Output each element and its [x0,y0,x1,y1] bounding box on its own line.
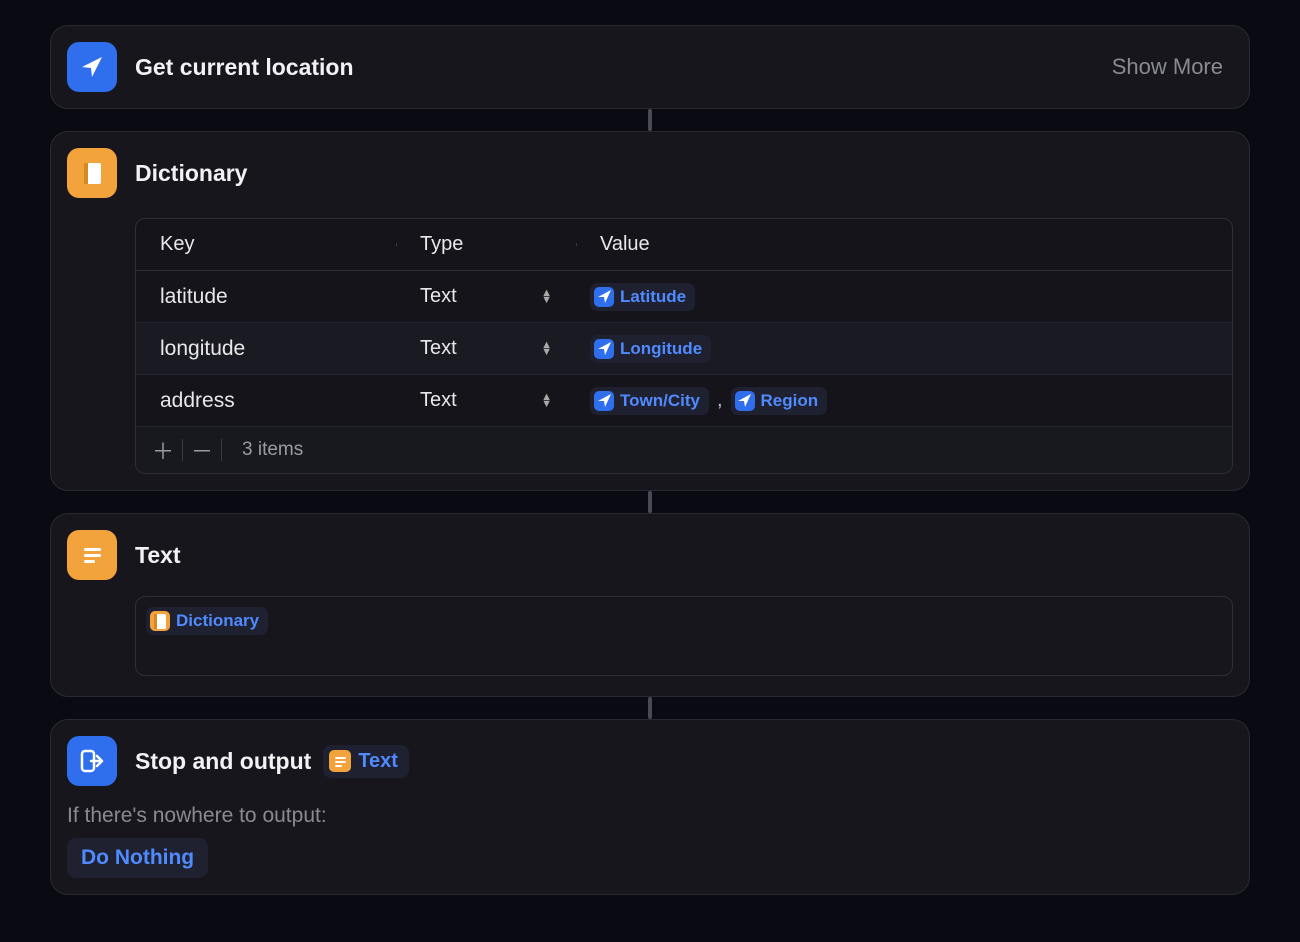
variable-token-longitude[interactable]: Longitude [590,335,711,363]
location-icon [67,42,117,92]
connector [648,697,652,719]
key-cell[interactable]: longitude [136,337,396,361]
type-cell[interactable]: Text ▲▼ [396,389,576,412]
fallback-label: If there's nowhere to output: [67,804,1233,828]
show-more-button[interactable]: Show More [1112,54,1233,80]
dictionary-icon [67,148,117,198]
key-cell[interactable]: address [136,389,396,413]
divider [182,439,183,461]
action-text: Text Dictionary [50,513,1250,697]
remove-row-button[interactable]: － [187,435,217,465]
table-row: latitude Text ▲▼ Latitude [136,271,1232,323]
key-cell[interactable]: latitude [136,285,396,309]
connector [648,491,652,513]
type-stepper-icon[interactable]: ▲▼ [541,394,552,408]
separator: , [715,389,725,412]
action-get-location: Get current location Show More [50,25,1250,109]
action-title: Text [135,542,181,569]
fallback-option[interactable]: Do Nothing [67,838,208,878]
exit-icon [67,736,117,786]
table-header: Key Type Value [136,219,1232,271]
add-row-button[interactable]: ＋ [148,435,178,465]
location-icon [735,391,755,411]
divider [221,439,222,461]
value-cell[interactable]: Town/City , Region [576,387,1232,415]
variable-token-dictionary[interactable]: Dictionary [146,607,268,635]
type-cell[interactable]: Text ▲▼ [396,337,576,360]
action-title: Stop and output Text [135,745,409,778]
type-stepper-icon[interactable]: ▲▼ [541,342,552,356]
location-icon [594,339,614,359]
text-lines-icon [329,750,351,772]
dictionary-icon [150,611,170,631]
type-cell[interactable]: Text ▲▼ [396,285,576,308]
value-cell[interactable]: Latitude [576,283,1232,311]
connector [648,109,652,131]
table-row: longitude Text ▲▼ Longitude [136,323,1232,375]
text-content-field[interactable]: Dictionary [135,596,1233,676]
table-row: address Text ▲▼ Town/City , Region [136,375,1232,427]
action-title: Get current location [135,54,354,81]
type-stepper-icon[interactable]: ▲▼ [541,290,552,304]
col-key: Key [136,233,396,256]
variable-token-town[interactable]: Town/City [590,387,709,415]
variable-token-region[interactable]: Region [731,387,828,415]
dictionary-table: Key Type Value latitude Text ▲▼ Latitude… [135,218,1233,474]
location-icon [594,391,614,411]
text-icon [67,530,117,580]
col-value: Value [576,233,1232,256]
item-count: 3 items [242,439,303,461]
table-footer: ＋ － 3 items [136,427,1232,473]
action-stop-output: Stop and output Text If there's nowhere … [50,719,1250,895]
location-icon [594,287,614,307]
col-type: Type [396,233,576,256]
action-title: Dictionary [135,160,247,187]
value-cell[interactable]: Longitude [576,335,1232,363]
variable-token-text[interactable]: Text [323,745,409,778]
action-dictionary: Dictionary Key Type Value latitude Text … [50,131,1250,491]
variable-token-latitude[interactable]: Latitude [590,283,695,311]
